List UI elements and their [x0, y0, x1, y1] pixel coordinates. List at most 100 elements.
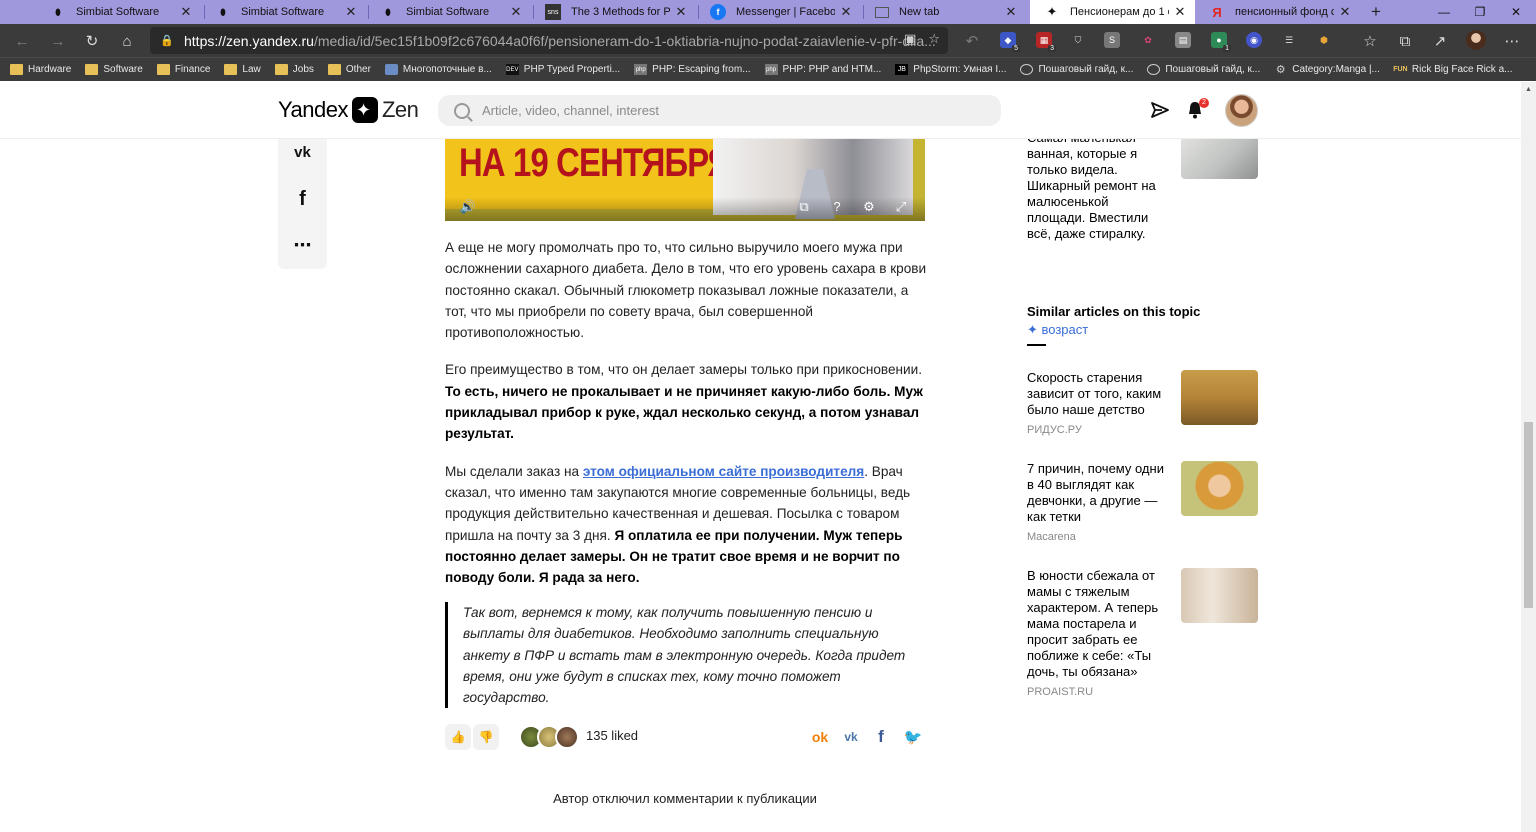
- bookmark-link[interactable]: Многопоточные в...: [384, 64, 492, 75]
- page-viewport: А еще не могу промолчать про то, что сил…: [0, 82, 1521, 832]
- folder-icon: [327, 64, 341, 75]
- home-button[interactable]: ⌂: [115, 29, 139, 53]
- fullscreen-icon[interactable]: ⤢: [892, 199, 910, 215]
- database-icon[interactable]: ☰: [1281, 32, 1297, 48]
- site-icon: [1020, 64, 1034, 75]
- simbiat-icon: ⬮: [220, 6, 226, 17]
- favorites-icon[interactable]: ☆: [1358, 29, 1382, 53]
- facebook-share-icon[interactable]: f: [278, 179, 327, 219]
- reload-button[interactable]: ↻: [80, 29, 104, 53]
- simbiat-icon: ⬮: [55, 6, 61, 17]
- tab-close-icon[interactable]: ✕: [1004, 4, 1018, 20]
- dislike-button[interactable]: 👎: [473, 724, 499, 750]
- extension-icon[interactable]: ● 1: [1211, 32, 1231, 52]
- bookmark-link[interactable]: Пошаговый гайд, к...: [1020, 64, 1133, 75]
- card-thumbnail: [1181, 370, 1258, 425]
- bookmark-link[interactable]: JB PhpStorm: Умная I...: [895, 64, 1006, 75]
- browser-tab[interactable]: f Messenger | Facebook ✕: [696, 0, 861, 24]
- scroll-up-arrow-icon[interactable]: ▲: [1525, 86, 1532, 93]
- bookmark-folder[interactable]: Finance: [156, 64, 210, 75]
- bookmark-link[interactable]: php PHP: Escaping from...: [634, 64, 751, 75]
- forward-button[interactable]: →: [46, 29, 70, 53]
- extension-icon[interactable]: ◉: [1246, 32, 1262, 48]
- performance-icon[interactable]: ↗: [1428, 29, 1452, 53]
- page-scrollbar[interactable]: ▲: [1521, 82, 1536, 832]
- browser-tab[interactable]: New tab ✕: [861, 0, 1026, 24]
- extension-icon[interactable]: ▦ 3: [1036, 32, 1056, 52]
- vk-share-icon[interactable]: vk: [841, 727, 861, 747]
- back-button[interactable]: ←: [10, 29, 34, 53]
- similar-articles-title: Similar articles on this topic: [1027, 304, 1201, 319]
- star-bookmark-icon[interactable]: ☆: [928, 31, 940, 47]
- tab-close-icon[interactable]: ✕: [839, 4, 853, 20]
- article-paragraph: А еще не могу промолчать про то, что сил…: [445, 240, 927, 341]
- browser-tab-strip: ⬮ Simbiat Software ✕ ⬮ Simbiat Software …: [0, 0, 1536, 24]
- tab-underline: [1027, 344, 1046, 346]
- sns-icon: sns: [545, 4, 561, 20]
- zen-search-box[interactable]: [438, 95, 1001, 126]
- browser-tab[interactable]: Я пенсионный фонд сайт – ✕: [1195, 0, 1360, 24]
- send-message-icon[interactable]: [1150, 100, 1170, 120]
- tab-close-icon[interactable]: ✕: [344, 4, 358, 20]
- facebook-share-icon[interactable]: f: [871, 727, 891, 747]
- article-paragraph: Мы сделали заказ на этом официальном сай…: [445, 463, 911, 586]
- address-bar[interactable]: 🔒 https://zen.yandex.ru/media/id/5ec15f1…: [150, 27, 948, 54]
- video-player[interactable]: НА 19 СЕНТЯБРЯ 🔊 ⧉ ? ⚙ ⤢: [445, 139, 925, 221]
- topic-tag-link[interactable]: ✦ возраст: [1027, 322, 1088, 338]
- collections-icon[interactable]: ⧉: [1393, 29, 1417, 53]
- shield-icon[interactable]: ⛉: [1070, 32, 1086, 48]
- bookmark-link[interactable]: FUN Rick Big Face Rick a...: [1393, 64, 1512, 75]
- video-controls-bar: [445, 197, 925, 221]
- bookmark-link[interactable]: Пошаговый гайд, к...: [1147, 64, 1260, 75]
- more-options-icon[interactable]: ⋯: [278, 225, 327, 265]
- extension-icon[interactable]: ✿: [1140, 32, 1156, 48]
- bookmark-folder[interactable]: Law: [224, 64, 261, 75]
- browser-tab-active[interactable]: ✦ Пенсионерам до 1 октябр ✕: [1030, 0, 1195, 24]
- card-thumbnail: [1181, 568, 1258, 623]
- search-input[interactable]: [482, 103, 962, 118]
- volume-icon[interactable]: 🔊: [459, 199, 477, 215]
- like-button[interactable]: 👍: [445, 724, 471, 750]
- browser-profile-avatar[interactable]: [1466, 30, 1486, 50]
- bookmark-folder[interactable]: Jobs: [274, 64, 314, 75]
- gear-icon: ⚙: [1275, 64, 1286, 76]
- scrollbar-thumb[interactable]: [1524, 422, 1533, 608]
- browser-tab[interactable]: sns The 3 Methods for Premie ✕: [531, 0, 696, 24]
- odnoklassniki-share-icon[interactable]: ok: [810, 727, 830, 747]
- tab-close-icon[interactable]: ✕: [1338, 4, 1352, 20]
- close-window-button[interactable]: ✕: [1498, 0, 1534, 24]
- jetbrains-icon: JB: [895, 64, 909, 75]
- bookmark-link[interactable]: DEV PHP Typed Properti...: [505, 64, 620, 75]
- new-tab-button[interactable]: +: [1366, 1, 1386, 23]
- tab-close-icon[interactable]: ✕: [509, 4, 523, 20]
- tab-close-icon[interactable]: ✕: [1173, 4, 1187, 20]
- bookmark-folder[interactable]: Hardware: [10, 64, 71, 75]
- folder-icon: [274, 64, 288, 75]
- tab-close-icon[interactable]: ✕: [179, 4, 193, 20]
- minimize-button[interactable]: —: [1426, 0, 1462, 24]
- bookmark-folder[interactable]: Other: [327, 64, 371, 75]
- picture-in-picture-icon[interactable]: ⧉: [795, 199, 813, 215]
- user-avatar[interactable]: [1225, 94, 1258, 127]
- bookmark-link[interactable]: ⚙ Category:Manga |...: [1274, 64, 1380, 76]
- reader-mode-icon[interactable]: ▣: [904, 31, 916, 47]
- manufacturer-site-link[interactable]: этом официальном сайте производителя: [583, 464, 864, 479]
- bookmark-folder[interactable]: Software: [85, 64, 143, 75]
- bookmark-link[interactable]: php PHP: PHP and HTM...: [764, 64, 881, 75]
- browser-tab[interactable]: ⬮ Simbiat Software ✕: [201, 0, 366, 24]
- more-menu-icon[interactable]: ⋯: [1500, 29, 1524, 53]
- extension-icon[interactable]: S: [1104, 32, 1120, 48]
- extension-icon[interactable]: ▤: [1175, 32, 1191, 48]
- browser-tab[interactable]: ⬮ Simbiat Software ✕: [366, 0, 531, 24]
- yandex-zen-logo[interactable]: Yandex Zen: [278, 97, 419, 123]
- settings-gear-icon[interactable]: ⚙: [860, 199, 878, 215]
- thumbs-down-icon: 👎: [478, 730, 494, 744]
- extension-icon[interactable]: ⬢: [1316, 32, 1332, 48]
- undo-icon[interactable]: ↶: [960, 29, 984, 53]
- extension-icon[interactable]: ◆ 5: [1000, 32, 1020, 52]
- help-icon[interactable]: ?: [828, 199, 846, 215]
- browser-tab[interactable]: ⬮ Simbiat Software ✕: [36, 0, 201, 24]
- tab-close-icon[interactable]: ✕: [674, 4, 688, 20]
- maximize-button[interactable]: ❐: [1462, 0, 1498, 24]
- twitter-share-icon[interactable]: 🐦: [903, 727, 923, 747]
